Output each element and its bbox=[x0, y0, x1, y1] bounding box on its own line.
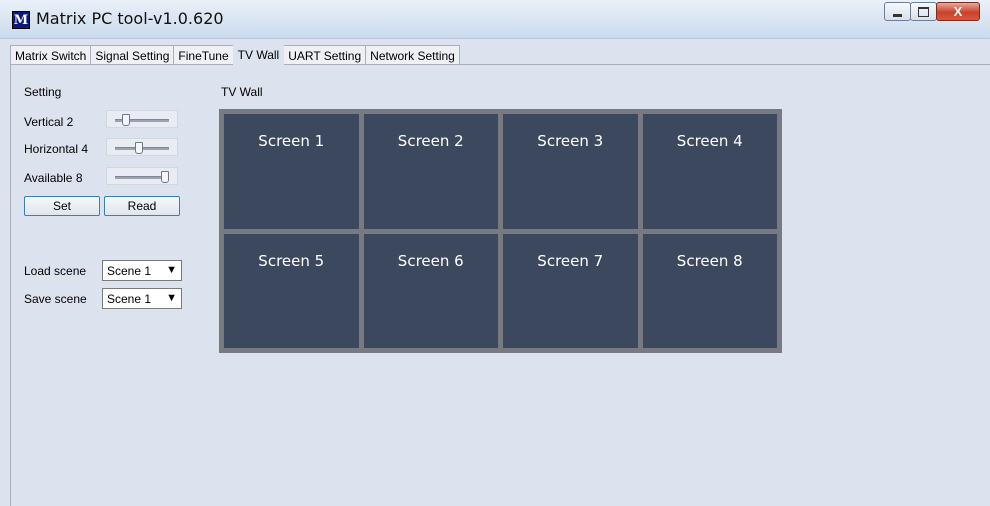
tv-wall-heading: TV Wall bbox=[221, 85, 263, 99]
save-scene-label: Save scene bbox=[24, 292, 87, 306]
screen-tile[interactable]: Screen 7 bbox=[503, 233, 638, 348]
load-scene-label: Load scene bbox=[24, 264, 87, 278]
screen-tile[interactable]: Screen 3 bbox=[503, 114, 638, 229]
slider-thumb[interactable] bbox=[161, 171, 169, 183]
maximize-button[interactable] bbox=[910, 2, 937, 21]
vertical-slider[interactable] bbox=[106, 110, 178, 128]
tab-network-setting[interactable]: Network Setting bbox=[365, 45, 460, 65]
load-scene-value: Scene 1 bbox=[107, 264, 152, 278]
screen-tile[interactable]: Screen 4 bbox=[642, 114, 777, 229]
window-title: Matrix PC tool-v1.0.620 bbox=[36, 9, 224, 28]
dropdown-arrow-icon: ▼ bbox=[166, 264, 177, 276]
tab-divider bbox=[10, 64, 990, 65]
minimize-icon bbox=[893, 13, 902, 17]
screen-tile[interactable]: Screen 8 bbox=[642, 233, 777, 348]
title-bar[interactable]: M Matrix PC tool-v1.0.620 X bbox=[0, 0, 990, 39]
read-button[interactable]: Read bbox=[104, 196, 180, 216]
available-label: Available 8 bbox=[24, 171, 83, 185]
horizontal-label: Horizontal 4 bbox=[24, 142, 89, 156]
window-controls: X bbox=[884, 2, 980, 24]
tab-finetune[interactable]: FineTune bbox=[173, 45, 234, 65]
tab-uart-setting[interactable]: UART Setting bbox=[283, 45, 367, 65]
screen-tile[interactable]: Screen 1 bbox=[224, 114, 359, 229]
app-logo-icon: M bbox=[12, 11, 30, 29]
dropdown-arrow-icon: ▼ bbox=[166, 292, 177, 304]
tab-strip: Matrix Switch Signal Setting FineTune TV… bbox=[10, 43, 460, 65]
screen-tile[interactable]: Screen 2 bbox=[363, 114, 498, 229]
save-scene-value: Scene 1 bbox=[107, 292, 152, 306]
set-button[interactable]: Set bbox=[24, 196, 100, 216]
screen-tile[interactable]: Screen 5 bbox=[224, 233, 359, 348]
tab-signal-setting[interactable]: Signal Setting bbox=[90, 45, 175, 65]
maximize-icon bbox=[918, 6, 929, 17]
vertical-label: Vertical 2 bbox=[24, 115, 74, 129]
panel-border bbox=[10, 64, 11, 506]
tab-tv-wall[interactable]: TV Wall bbox=[232, 43, 285, 65]
tv-wall-grid: Screen 1 Screen 2 Screen 3 Screen 4 Scre… bbox=[219, 109, 782, 353]
horizontal-slider[interactable] bbox=[106, 138, 178, 156]
slider-thumb[interactable] bbox=[121, 114, 130, 126]
slider-thumb[interactable] bbox=[134, 142, 143, 154]
load-scene-select[interactable]: Scene 1 ▼ bbox=[102, 260, 182, 281]
close-icon: X bbox=[953, 4, 963, 19]
close-button[interactable]: X bbox=[936, 2, 980, 21]
available-slider[interactable] bbox=[106, 167, 178, 185]
save-scene-select[interactable]: Scene 1 ▼ bbox=[102, 288, 182, 309]
tab-matrix-switch[interactable]: Matrix Switch bbox=[10, 45, 92, 65]
minimize-button[interactable] bbox=[884, 2, 911, 21]
screen-tile[interactable]: Screen 6 bbox=[363, 233, 498, 348]
setting-heading: Setting bbox=[24, 85, 62, 99]
